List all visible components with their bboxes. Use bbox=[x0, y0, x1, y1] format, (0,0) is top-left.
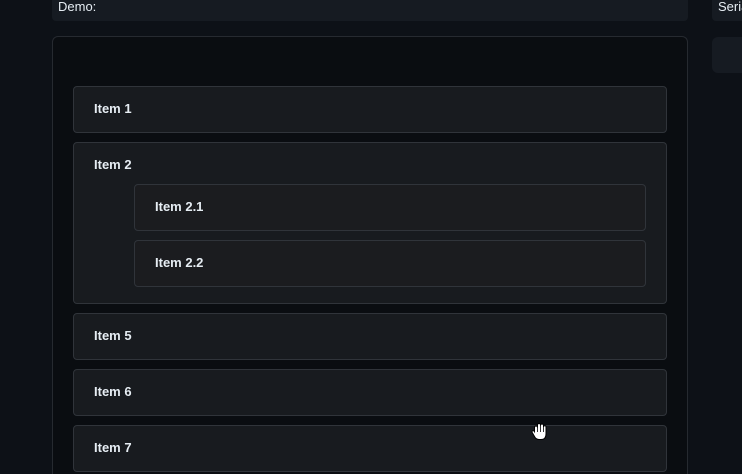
grab-hand-cursor-icon bbox=[531, 422, 547, 440]
list-item-5[interactable]: Item 5 bbox=[73, 313, 667, 360]
demo-header-label: Demo: bbox=[58, 0, 97, 14]
list-item-2-1[interactable]: Item 2.1 bbox=[134, 184, 646, 231]
list-item-label: Item 7 bbox=[94, 440, 132, 455]
list-item-label: Item 6 bbox=[94, 384, 132, 399]
serialized-header: Seria bbox=[712, 0, 742, 21]
list-item-2-2[interactable]: Item 2.2 bbox=[134, 240, 646, 287]
list-item-1[interactable]: Item 1 bbox=[73, 86, 667, 133]
list-item-label: Item 5 bbox=[94, 328, 132, 343]
list-item-6[interactable]: Item 6 bbox=[73, 369, 667, 416]
list-item-label: Item 1 bbox=[94, 101, 132, 116]
list-item-label: Item 2.1 bbox=[155, 199, 204, 214]
demo-header: Demo: bbox=[52, 0, 688, 21]
app-window: Demo: Seria Item 1 Item 2 Item 2.1 Item … bbox=[0, 0, 742, 474]
list-item-label: Item 2.2 bbox=[155, 255, 204, 270]
list-item-label: Item 2 bbox=[94, 157, 132, 172]
list-item-7[interactable]: Item 7 bbox=[73, 425, 667, 472]
serialized-header-label: Seria bbox=[718, 0, 742, 14]
serialized-output-panel bbox=[712, 37, 742, 73]
